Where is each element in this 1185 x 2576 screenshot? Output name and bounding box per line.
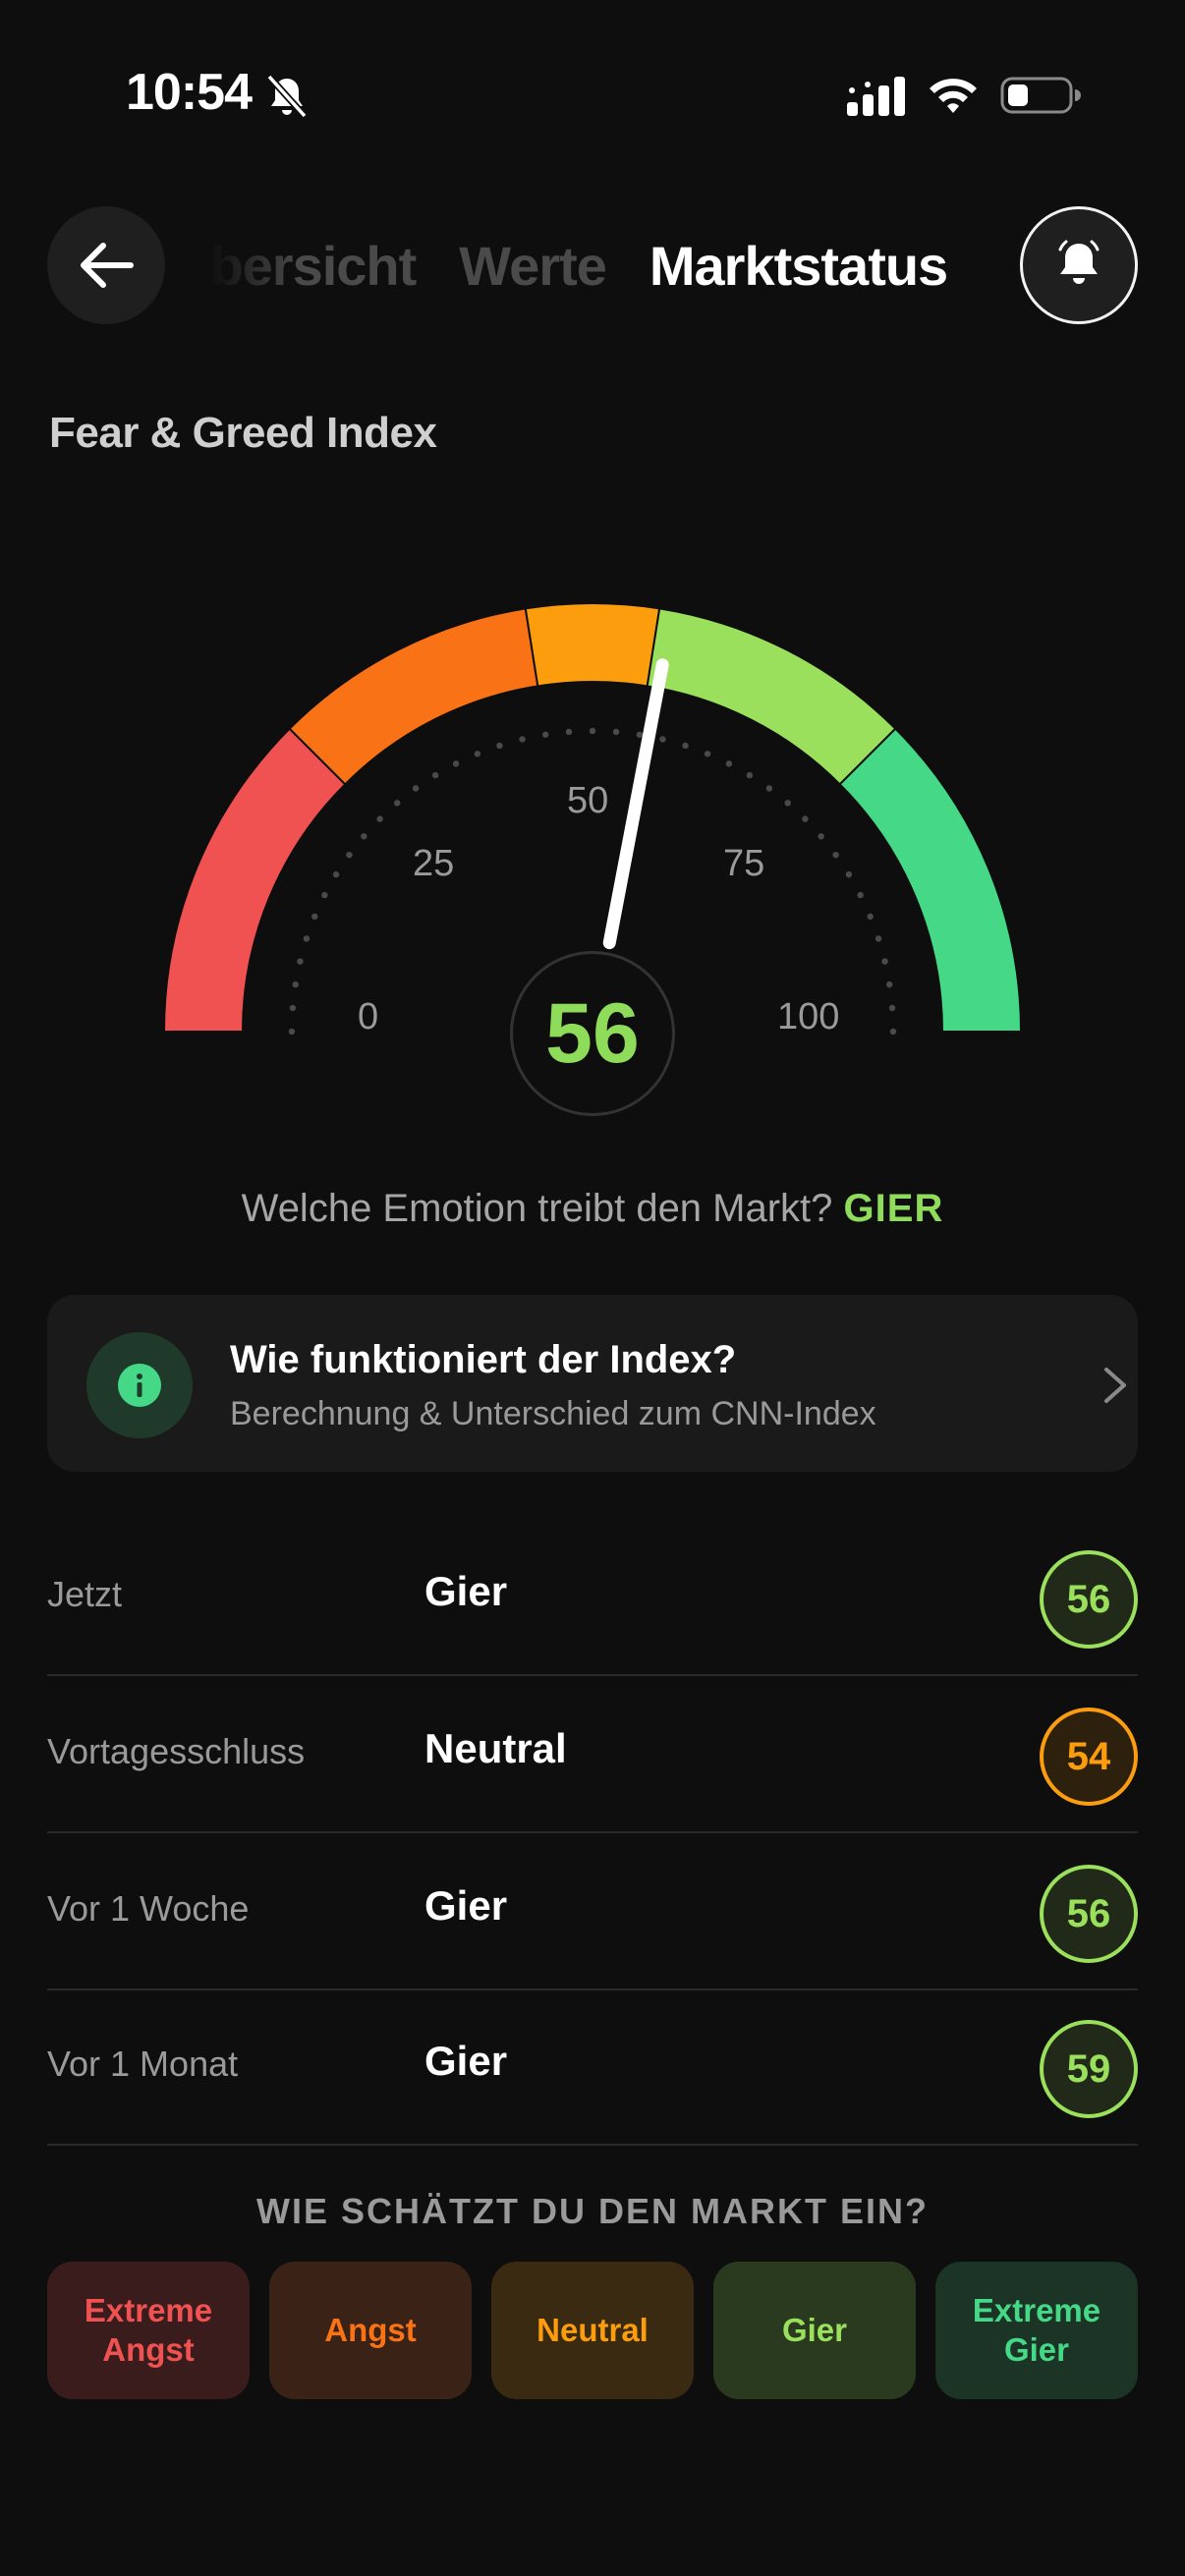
gauge-tick-dot [289,1004,297,1012]
info-icon-badge [86,1332,193,1438]
gauge-tick-label: 0 [358,996,379,1037]
gauge-tick-dot [845,870,853,878]
gauge-tick-dot [682,742,689,750]
gauge-tick-dot [288,1028,296,1036]
gauge-tick-dot [303,935,310,942]
row-label: Jetzt [47,1574,123,1614]
gauge-segment-1 [288,607,539,786]
emotion-question: Welche Emotion treibt den Markt? GIER [0,1187,1185,1231]
score-badge: 54 [1040,1708,1138,1806]
gauge-tick-dot [881,958,888,965]
gauge-tick-label: 100 [777,996,840,1037]
gauge-tick-dot [784,800,791,807]
gauge-tick-dot [292,980,299,988]
score-badge: 59 [1040,2020,1138,2118]
gauge-tick-label: 75 [723,843,765,884]
question-text: Welche Emotion treibt den Markt? [241,1187,833,1230]
gauge-tick-dot [867,913,874,921]
gauge-segment-2 [524,602,661,688]
wifi-icon [930,79,977,113]
gauge-tick-dot [394,800,401,807]
gauge-tick-dot [297,958,304,965]
chevron-right-icon [1104,1368,1126,1403]
score-circle: 56 [510,951,675,1116]
row-value: Gier [424,2038,508,2084]
gauge-tick-dot [704,751,711,757]
status-time: 10:54 [126,64,253,121]
gauge-segment-0 [162,727,347,1033]
tab-bar: ÜbersichtWerteMarktstatus [210,216,996,314]
history-row-month: Vor 1 Monat Gier 59 [47,1988,1138,2146]
gauge-tick-dot [496,742,503,750]
gauge-tick-dot [659,736,666,743]
score-badge: 56 [1040,1550,1138,1649]
gauge-tick-dot [636,731,644,738]
gauge-tick-dot [519,736,526,743]
gauge-tick-dot [332,870,340,878]
gauge-tick-dot [886,980,893,988]
gauge-tick-dot [541,731,549,738]
gauge-tick-dot [875,935,882,942]
gauge-tick-dot [889,1028,897,1036]
gauge-tick-dot [452,760,460,767]
info-icon [118,1364,161,1407]
gauge-tick-label: 25 [413,843,455,884]
vote-extreme-fear-button[interactable]: Extreme Angst [47,2262,250,2399]
info-card-subtitle: Berechnung & Unterschied zum CNN-Index [230,1395,876,1432]
gauge-tick-label: 50 [567,780,609,821]
tab-werte[interactable]: Werte [459,234,607,298]
question-answer: GIER [843,1187,944,1230]
gauge-needle [602,658,669,950]
bell-icon [1058,240,1100,284]
gauge-tick-dot [376,815,383,822]
row-label: Vor 1 Woche [47,1888,250,1929]
bell-muted-icon [266,74,308,119]
cellular-signal-icon [847,77,905,116]
vote-title: WIE SCHÄTZT DU DEN MARKT EIN? [256,2191,929,2231]
info-card-title: Wie funktioniert der Index? [230,1338,737,1381]
vote-extreme-greed-button[interactable]: Extreme Gier [935,2262,1138,2399]
index-info-card[interactable]: Wie funktioniert der Index? Berechnung &… [47,1295,1138,1472]
gauge-tick-dot [361,833,367,840]
gauge-segment-3 [646,607,897,786]
tab-marktstatus[interactable]: Marktstatus [649,234,948,298]
gauge-tick-dot [589,727,596,735]
gauge-tick-dot [412,785,420,792]
vote-neutral-button[interactable]: Neutral [491,2262,694,2399]
tab-fade [210,216,299,314]
row-value: Gier [424,1568,508,1614]
vote-greed-button[interactable]: Gier [713,2262,916,2399]
history-row-prev-close: Vortagesschluss Neutral 54 [47,1676,1138,1833]
gauge-tick-dot [565,728,573,736]
gauge-tick-dot [612,728,620,736]
back-button[interactable] [47,206,165,324]
history-row-week: Vor 1 Woche Gier 56 [47,1833,1138,1990]
history-row-now: Jetzt Gier 56 [47,1519,1138,1676]
section-title: Fear & Greed Index [49,409,437,457]
gauge-segment-4 [838,727,1023,1033]
score-value: 56 [545,985,640,1081]
vote-fear-button[interactable]: Angst [269,2262,472,2399]
gauge-tick-dot [431,771,439,779]
gauge-tick-dot [818,833,824,840]
gauge-tick-dot [765,785,773,792]
battery-icon [1000,77,1081,114]
gauge-tick-dot [888,1004,896,1012]
gauge-tick-dot [725,760,733,767]
row-value: Neutral [424,1725,567,1771]
gauge-tick-dot [802,815,809,822]
gauge-tick-dot [311,913,318,921]
row-label: Vortagesschluss [47,1731,306,1771]
row-label: Vor 1 Monat [47,2044,239,2084]
score-badge: 56 [1040,1865,1138,1963]
arrow-left-icon [81,243,134,288]
gauge-tick-dot [346,851,353,859]
gauge-tick-dot [474,751,481,757]
gauge-tick-dot [746,771,754,779]
gauge-tick-dot [321,891,328,899]
gauge-tick-dot [857,891,864,899]
row-value: Gier [424,1882,508,1929]
notification-button[interactable] [1020,206,1138,324]
gauge-tick-dot [832,851,839,859]
